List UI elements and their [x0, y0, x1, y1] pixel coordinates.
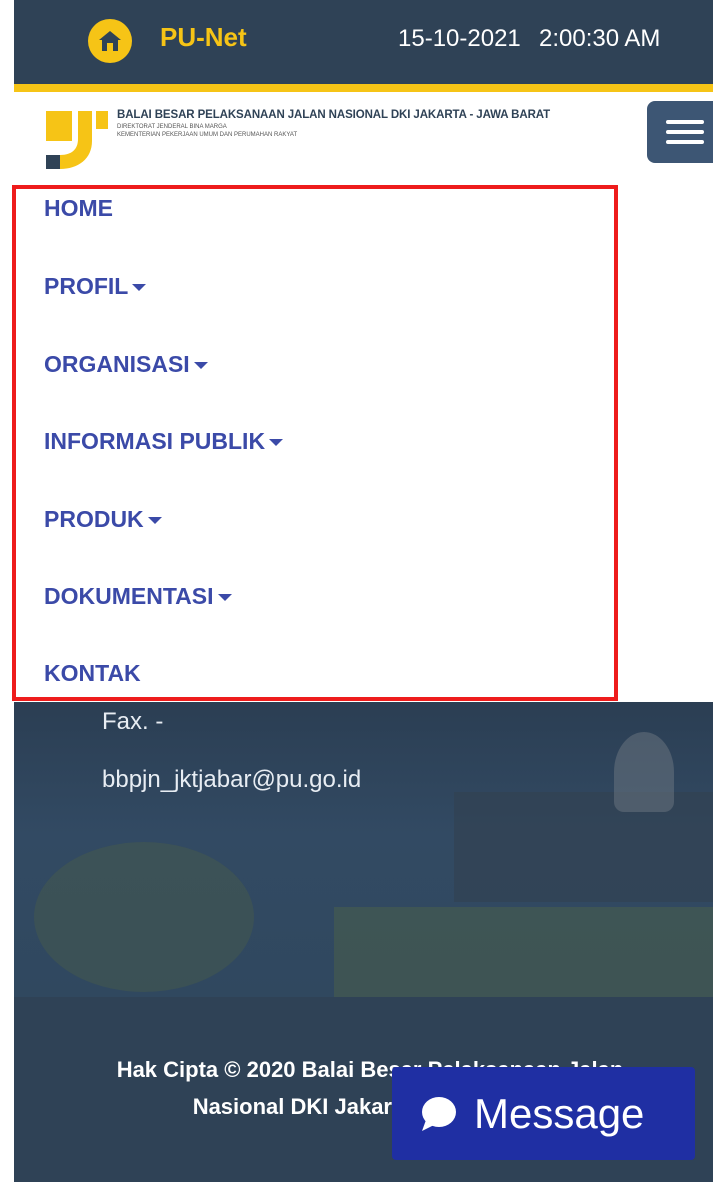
current-time: 2:00:30 AM [539, 25, 661, 52]
home-icon [99, 31, 121, 51]
message-button[interactable]: Message [392, 1067, 695, 1160]
org-title: BALAI BESAR PELAKSANAAN JALAN NASIONAL D… [117, 109, 551, 121]
background-tree [614, 732, 674, 812]
contact-email[interactable]: bbpjn_jktjabar@pu.go.id [102, 766, 361, 794]
hamburger-menu-icon-bar [666, 140, 704, 144]
site-header: BALAI BESAR PELAKSANAAN JALAN NASIONAL D… [14, 92, 713, 182]
home-button[interactable] [88, 19, 132, 63]
app-name: PU-Net [160, 22, 247, 52]
top-bar-accent-line [14, 84, 713, 92]
chat-bubble-icon [422, 1096, 456, 1131]
current-date: 15-10-2021 [398, 25, 521, 52]
highlight-box [12, 185, 618, 701]
contact-fax: Fax. - [102, 708, 164, 735]
org-subtitle-directorate: DIREKTORAT JENDERAL BINA MARGA [117, 124, 227, 130]
org-subtitle-ministry: KEMENTERIAN PEKERJAAN UMUM DAN PERUMAHAN… [117, 132, 298, 138]
background-building [454, 792, 713, 902]
hamburger-menu-icon-bar [666, 130, 704, 134]
background-hedge [334, 907, 713, 997]
hamburger-menu-button[interactable] [647, 101, 713, 163]
pu-logo[interactable] [46, 109, 108, 171]
message-button-label: Message [474, 1089, 645, 1137]
contact-section [14, 702, 713, 997]
background-shrub [34, 842, 254, 992]
hamburger-menu-icon [666, 120, 704, 124]
